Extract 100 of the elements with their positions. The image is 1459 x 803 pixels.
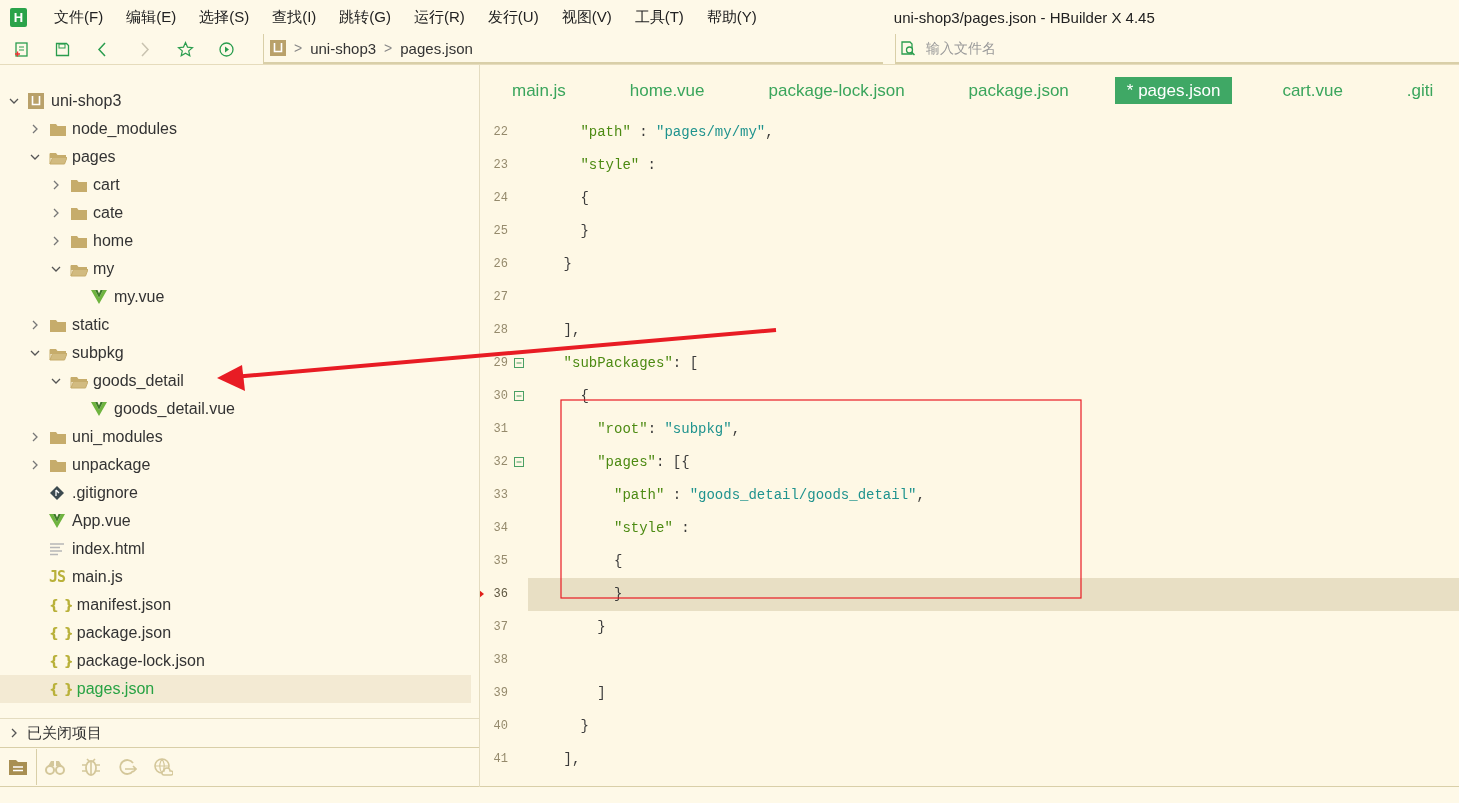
breadcrumb-item[interactable]: uni-shop3 <box>310 39 377 57</box>
menu-item[interactable]: 工具(T) <box>626 7 692 27</box>
code-punctuation: : [{ <box>656 454 690 470</box>
braces-icon: { } <box>49 625 74 641</box>
tree-item[interactable]: { } manifest.json <box>0 591 471 619</box>
tree-item[interactable]: goods_detail <box>0 367 471 395</box>
braces-icon: { } <box>49 597 74 613</box>
folder-icon <box>70 177 88 193</box>
run-icon[interactable] <box>218 40 235 58</box>
tree-item[interactable]: cate <box>0 199 471 227</box>
folder-icon <box>70 233 88 249</box>
line-number: 32 <box>492 455 508 469</box>
menu-item[interactable]: 编辑(E) <box>118 7 185 27</box>
braces-icon: { } <box>49 681 74 697</box>
menu-item[interactable]: 发行(U) <box>479 7 547 27</box>
line-number: 27 <box>492 289 508 304</box>
tree-item[interactable]: home <box>0 227 471 255</box>
new-file-icon[interactable] <box>13 40 30 58</box>
line-number: 40 <box>492 719 508 734</box>
tree-item[interactable]: App.vue <box>0 507 471 535</box>
menu-item[interactable]: 查找(I) <box>264 7 325 27</box>
diamond-icon <box>49 485 65 501</box>
tree-item[interactable]: .gitignore <box>0 479 471 507</box>
line-number: 24 <box>492 190 508 205</box>
line-number: 37 <box>492 620 508 635</box>
window-title: uni-shop3/pages.json - HBuilder X 4.45 <box>893 8 1155 26</box>
tree-item[interactable]: goods_detail.vue <box>0 395 471 423</box>
save-icon[interactable] <box>54 40 71 58</box>
code-punctuation: , <box>916 487 925 504</box>
code-string: "pages/my/my" <box>656 123 766 140</box>
menu-item[interactable]: 运行(R) <box>406 7 473 27</box>
tree-item[interactable]: { } package.json <box>0 619 471 647</box>
menu-item[interactable]: 选择(S) <box>191 7 258 27</box>
tree-item[interactable]: node_modules <box>0 115 471 143</box>
menu-item[interactable]: 视图(V) <box>553 7 620 27</box>
v-logo-icon <box>91 401 107 417</box>
file-search-field[interactable]: 输入文件名 <box>924 39 1228 57</box>
code-punctuation: ], <box>562 751 581 768</box>
menu-item[interactable]: 跳转(G) <box>331 7 399 27</box>
tree-item[interactable]: my.vue <box>0 283 471 311</box>
star-icon[interactable] <box>177 40 194 58</box>
line-number: 33 <box>492 488 508 503</box>
menu-item[interactable]: 文件(F) <box>46 7 112 27</box>
code-key: "style" <box>530 520 673 537</box>
v-logo-icon <box>49 513 65 529</box>
fold-icon[interactable] <box>514 390 524 401</box>
code-punctuation: , <box>765 123 774 140</box>
tree-item[interactable]: index.html <box>0 535 471 563</box>
code-punctuation: } <box>579 222 589 239</box>
code-key: "root" <box>530 420 648 437</box>
closed-projects-label[interactable]: 已关闭项目 <box>27 723 102 743</box>
code-punctuation: { <box>613 553 623 570</box>
tree-item[interactable]: cart <box>0 171 471 199</box>
line-number: 38 <box>492 653 508 668</box>
text-lines-icon <box>49 541 65 557</box>
line-number: 39 <box>492 686 508 701</box>
tree-item[interactable]: { } package-lock.json <box>0 647 471 675</box>
tree-item[interactable]: my <box>0 255 471 283</box>
menu-item[interactable]: 帮助(Y) <box>698 7 765 27</box>
code-punctuation: } <box>562 255 572 272</box>
code-key: "pages" <box>530 454 657 470</box>
breadcrumb-separator: > <box>384 40 393 56</box>
code-punctuation: : <box>671 487 683 504</box>
folder-icon <box>49 429 67 445</box>
tree-item[interactable]: subpkg <box>0 339 471 367</box>
app-logo: H <box>10 7 27 27</box>
line-number: 41 <box>492 752 508 767</box>
tree-item[interactable]: uni-shop3 <box>0 87 471 115</box>
code-key: "path" <box>530 487 665 504</box>
code-string: "goods_detail/goods_detail" <box>689 487 917 504</box>
chevron-right-icon[interactable] <box>9 728 19 738</box>
folder-icon <box>49 121 67 137</box>
breadcrumb-item[interactable]: pages.json <box>400 39 473 57</box>
code-punctuation: , <box>731 420 741 437</box>
code-key: "subPackages" <box>530 354 673 371</box>
fold-icon[interactable] <box>514 457 524 467</box>
line-number: 29 <box>492 355 508 370</box>
line-number: 23 <box>492 157 508 172</box>
code-punctuation: ], <box>562 321 581 338</box>
code-punctuation: } <box>579 718 589 735</box>
code-punctuation: ] <box>596 685 606 702</box>
line-number: 30 <box>492 388 508 403</box>
folder-icon <box>49 457 67 473</box>
code-punctuation: : <box>647 420 658 437</box>
line-number: 36 <box>492 587 508 602</box>
tree-item[interactable]: static <box>0 311 471 339</box>
fold-icon[interactable] <box>514 357 524 368</box>
tree-item[interactable]: uni_modules <box>0 423 471 451</box>
line-number: 26 <box>492 256 508 271</box>
code-punctuation: : [ <box>672 354 699 371</box>
tree-item[interactable]: unpackage <box>0 451 471 479</box>
code-punctuation: : <box>638 123 649 140</box>
line-number: 31 <box>492 421 508 436</box>
line-number: 22 <box>492 124 508 139</box>
tree-item[interactable]: JS main.js <box>0 563 471 591</box>
tree-item[interactable]: pages <box>0 143 471 171</box>
folder-icon[interactable] <box>8 757 28 777</box>
project-icon <box>28 93 44 109</box>
project-icon <box>270 40 286 56</box>
code-punctuation: : <box>680 520 690 537</box>
